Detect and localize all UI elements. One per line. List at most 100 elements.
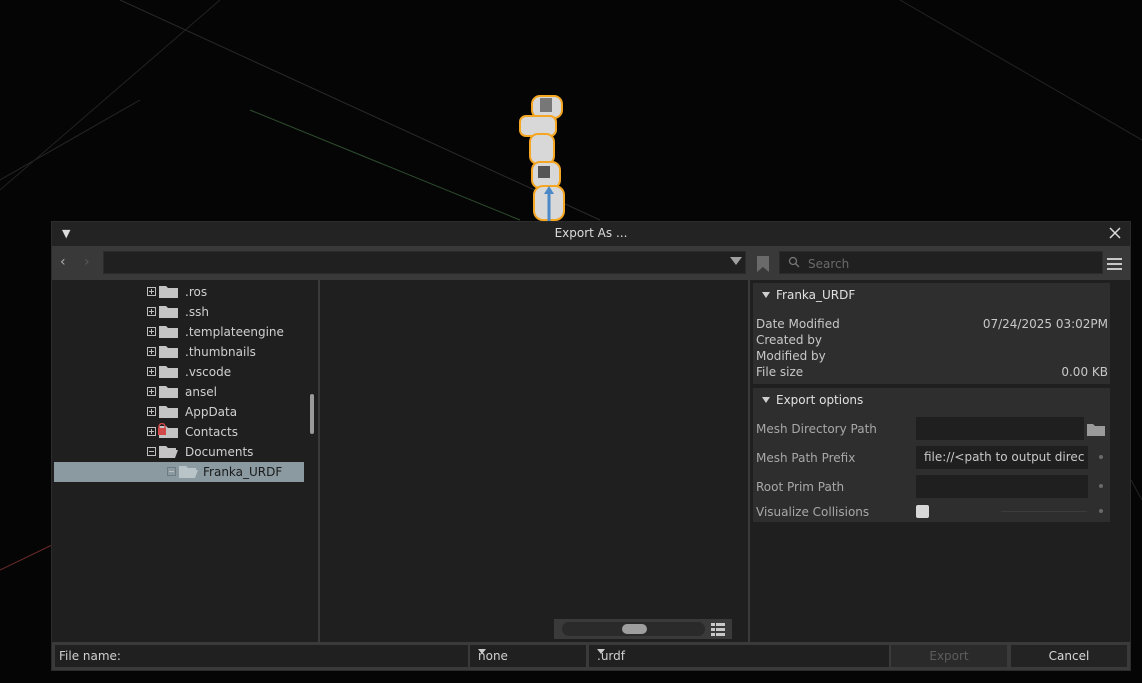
file-info-header[interactable]: Franka_URDF	[753, 283, 1110, 307]
filter-select[interactable]: none	[470, 645, 586, 667]
tree-item-selected[interactable]: Franka_URDF	[54, 462, 304, 482]
dialog-title-bar[interactable]: ▼ Export As ...	[52, 222, 1130, 246]
folder-icon	[159, 346, 178, 358]
close-icon[interactable]	[1106, 224, 1124, 242]
mesh-prefix-label: Mesh Path Prefix	[756, 451, 856, 465]
lock-icon	[158, 423, 166, 435]
root-prim-field[interactable]	[916, 475, 1088, 498]
open-folder-icon	[179, 466, 198, 478]
info-row: File size 0.00 KB	[756, 365, 1108, 381]
expand-plus-icon[interactable]	[147, 427, 156, 436]
file-info-title: Franka_URDF	[776, 288, 856, 302]
bookmark-icon[interactable]	[757, 256, 769, 272]
search-icon	[788, 256, 800, 268]
info-label: Date Modified	[756, 317, 840, 331]
mesh-dir-field[interactable]	[916, 417, 1084, 440]
expand-plus-icon[interactable]	[147, 327, 156, 336]
tree-item[interactable]: .thumbnails	[54, 342, 304, 362]
zoom-bar	[554, 619, 732, 639]
folder-browse-icon[interactable]	[1087, 422, 1105, 436]
expand-plus-icon[interactable]	[147, 407, 156, 416]
tree-item[interactable]: .ros	[54, 282, 304, 302]
folder-tree: .ros .ssh .templateengine .thumbnails .v…	[54, 280, 318, 640]
folder-icon	[159, 306, 178, 318]
chevron-down-icon	[597, 649, 605, 654]
export-options-header[interactable]: Export options	[753, 388, 1110, 412]
zoom-slider[interactable]	[562, 622, 705, 636]
info-row: Created by	[756, 333, 1108, 349]
tree-item-label: .thumbnails	[185, 345, 256, 359]
tree-item-label: .templateengine	[185, 325, 284, 339]
folder-icon	[159, 366, 178, 378]
forward-arrow-icon[interactable]: ›	[84, 254, 90, 270]
info-label: Created by	[756, 333, 823, 347]
expand-plus-icon[interactable]	[147, 347, 156, 356]
tree-item-label: AppData	[185, 405, 238, 419]
tree-item[interactable]: .templateengine	[54, 322, 304, 342]
tree-item-label: Contacts	[185, 425, 238, 439]
expand-plus-icon[interactable]	[147, 367, 156, 376]
tree-scrollbar[interactable]	[310, 394, 314, 434]
root-prim-label: Root Prim Path	[756, 480, 845, 494]
expand-plus-icon[interactable]	[147, 287, 156, 296]
info-value: 0.00 KB	[1061, 365, 1108, 379]
cancel-button[interactable]: Cancel	[1011, 645, 1127, 667]
divider-line	[1001, 511, 1087, 512]
visualize-collisions-checkbox[interactable]	[916, 505, 929, 518]
tree-item-label: ansel	[185, 385, 217, 399]
path-field[interactable]	[103, 251, 746, 274]
tree-item-label: Documents	[185, 445, 254, 459]
tree-item-label: Franka_URDF	[203, 465, 283, 479]
tree-item[interactable]: ansel	[54, 382, 304, 402]
mesh-dir-label: Mesh Directory Path	[756, 422, 877, 436]
robot-arm-model[interactable]	[512, 88, 592, 223]
path-dropdown-icon[interactable]	[730, 257, 742, 265]
info-row: Modified by	[756, 349, 1108, 365]
tree-item-label: .vscode	[185, 365, 232, 379]
file-grid[interactable]	[320, 280, 748, 642]
info-label: File size	[756, 365, 804, 379]
tree-item[interactable]: Documents	[54, 442, 304, 462]
reset-dot-icon[interactable]	[1099, 484, 1103, 488]
folder-icon	[159, 326, 178, 338]
reset-dot-icon[interactable]	[1099, 509, 1103, 513]
collapse-minus-icon[interactable]	[147, 447, 156, 456]
file-info-panel: Franka_URDF Date Modified 07/24/2025 03:…	[753, 283, 1110, 384]
mesh-prefix-value: file://<path to output directory>	[924, 450, 1084, 464]
collapse-minus-icon[interactable]	[167, 467, 176, 476]
folder-icon	[159, 386, 178, 398]
mesh-prefix-field[interactable]: file://<path to output directory>	[916, 446, 1088, 469]
back-arrow-icon[interactable]: ‹	[60, 254, 66, 270]
list-view-icon[interactable]	[710, 621, 726, 637]
dialog-title: Export As ...	[554, 226, 628, 240]
tree-item[interactable]: AppData	[54, 402, 304, 422]
info-label: Modified by	[756, 349, 826, 363]
file-name-field[interactable]: File name:	[55, 645, 468, 667]
search-input[interactable]	[806, 252, 1100, 275]
tree-item-label: .ros	[185, 285, 208, 299]
collapse-triangle-icon	[762, 292, 770, 298]
export-options-panel: Export options Mesh Directory Path Mesh …	[753, 388, 1110, 522]
chevron-down-icon	[478, 649, 486, 654]
visualize-collisions-label: Visualize Collisions	[756, 505, 870, 519]
collapse-triangle-icon	[762, 397, 770, 403]
tree-item[interactable]: .vscode	[54, 362, 304, 382]
extension-select[interactable]: .urdf	[589, 645, 889, 667]
search-field[interactable]	[779, 251, 1103, 275]
export-button[interactable]: Export	[891, 645, 1007, 667]
export-as-dialog: ▼ Export As ... ‹ › Search .ros .ssh .te…	[51, 221, 1131, 671]
zoom-slider-thumb[interactable]	[622, 624, 647, 634]
folder-icon	[159, 286, 178, 298]
expand-plus-icon[interactable]	[147, 387, 156, 396]
reset-dot-icon[interactable]	[1099, 455, 1103, 459]
hamburger-menu-icon[interactable]	[1106, 255, 1123, 272]
tree-item[interactable]: Contacts	[54, 422, 304, 442]
info-row: Date Modified 07/24/2025 03:02PM	[756, 317, 1108, 333]
open-folder-icon	[159, 446, 178, 458]
export-options-title: Export options	[776, 393, 864, 407]
expand-plus-icon[interactable]	[147, 307, 156, 316]
folder-icon	[159, 406, 178, 418]
dialog-footer: File name: none .urdf Export Cancel	[52, 642, 1130, 670]
tree-item[interactable]: .ssh	[54, 302, 304, 322]
pane-divider[interactable]	[748, 280, 750, 642]
